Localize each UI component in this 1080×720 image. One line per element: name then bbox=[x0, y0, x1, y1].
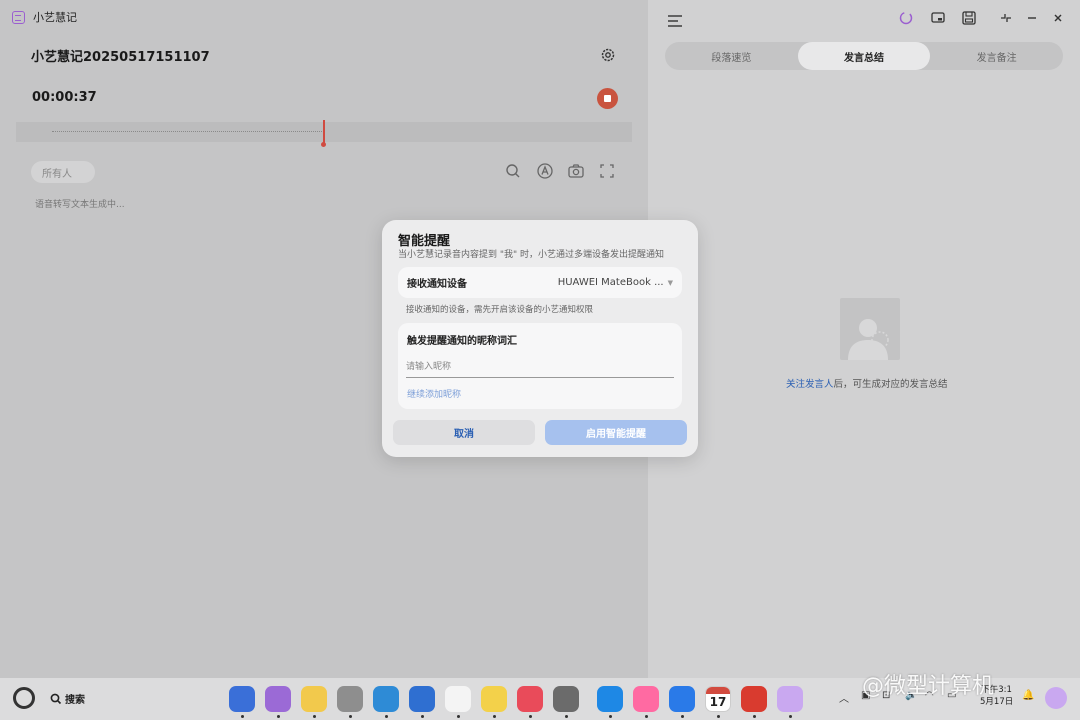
summary-tabs: 段落速览 发言总结 发言备注 bbox=[665, 42, 1063, 70]
running-indicator bbox=[528, 715, 532, 718]
taskbar-search-button[interactable]: 搜索 bbox=[50, 691, 85, 706]
running-indicator bbox=[564, 715, 568, 718]
running-indicator bbox=[492, 715, 496, 718]
device-value-text: HUAWEI MateBook ... bbox=[557, 277, 664, 288]
app-window: 小艺慧记 小艺慧记20250517151107 00:00:37 所有人 语音转… bbox=[0, 0, 1080, 678]
running-indicator bbox=[608, 715, 612, 718]
notification-device-selector[interactable]: 接收通知设备 HUAWEI MateBook ... ▼ bbox=[398, 267, 682, 298]
minimize-icon[interactable] bbox=[1024, 10, 1040, 26]
playhead-cursor[interactable] bbox=[321, 120, 326, 147]
running-indicator bbox=[788, 715, 792, 718]
search-icon[interactable] bbox=[504, 162, 522, 180]
stop-recording-button[interactable] bbox=[597, 88, 618, 109]
add-nickname-link[interactable]: 继续添加昵称 bbox=[407, 387, 461, 400]
tab-speech-summary[interactable]: 发言总结 bbox=[797, 42, 931, 70]
wps-icon[interactable] bbox=[741, 686, 767, 712]
save-icon[interactable] bbox=[961, 10, 977, 26]
device-label: 接收通知设备 bbox=[407, 279, 467, 290]
mail-icon[interactable] bbox=[409, 686, 435, 712]
nickname-section: 触发提醒通知的昵称词汇 继续添加昵称 bbox=[398, 323, 682, 409]
browser-icon[interactable] bbox=[373, 686, 399, 712]
nickname-input[interactable] bbox=[406, 356, 674, 378]
title-bar: 小艺慧记 bbox=[12, 9, 77, 25]
enable-reminder-button[interactable]: 启用智能提醒 bbox=[545, 420, 687, 445]
transcription-status: 语音转写文本生成中... bbox=[35, 200, 125, 210]
running-indicator bbox=[456, 715, 460, 718]
tab-paragraph-overview[interactable]: 段落速览 bbox=[665, 42, 798, 70]
running-indicator bbox=[384, 715, 388, 718]
gallery-icon[interactable] bbox=[445, 686, 471, 712]
ai-assist-icon[interactable] bbox=[536, 162, 554, 180]
running-indicator bbox=[716, 715, 720, 718]
running-indicator bbox=[312, 715, 316, 718]
device-note: 接收通知的设备，需先开启该设备的小艺通知权限 bbox=[406, 305, 594, 315]
notes-app-icon[interactable] bbox=[265, 686, 291, 712]
running-indicator bbox=[680, 715, 684, 718]
running-indicator bbox=[276, 715, 280, 718]
dialog-subtitle: 当小艺慧记录音内容提到 "我" 时，小艺通过多端设备发出提醒通知 bbox=[398, 250, 665, 260]
notification-bell-icon[interactable]: 🔔 bbox=[1022, 690, 1034, 701]
search-label: 搜索 bbox=[65, 695, 85, 706]
settings-gear-icon[interactable] bbox=[599, 46, 617, 64]
close-icon[interactable] bbox=[1050, 10, 1066, 26]
trash-icon[interactable] bbox=[337, 686, 363, 712]
summary-hint-text: 后，可生成对应的发言总结 bbox=[833, 379, 948, 390]
settings-icon[interactable] bbox=[553, 686, 579, 712]
cancel-button[interactable]: 取消 bbox=[393, 420, 535, 445]
dropdown-arrow-icon: ▼ bbox=[667, 278, 673, 287]
running-indicator bbox=[348, 715, 352, 718]
running-indicator bbox=[240, 715, 244, 718]
nickname-title: 触发提醒通知的昵称词汇 bbox=[407, 336, 517, 347]
smart-reminder-dialog: 智能提醒 当小艺慧记录音内容提到 "我" 时，小艺通过多端设备发出提醒通知 接收… bbox=[382, 220, 698, 457]
start-button[interactable] bbox=[13, 687, 35, 709]
bilibili-icon[interactable] bbox=[633, 686, 659, 712]
menu-icon[interactable] bbox=[668, 12, 682, 27]
speaker-placeholder-icon bbox=[840, 298, 900, 360]
calendar-icon[interactable]: 17 bbox=[705, 686, 731, 712]
recording-title: 小艺慧记20250517151107 bbox=[31, 50, 210, 65]
follow-speaker-link[interactable]: 关注发言人 bbox=[786, 379, 834, 390]
running-indicator bbox=[644, 715, 648, 718]
running-indicator bbox=[420, 715, 424, 718]
calendar-day: 17 bbox=[709, 695, 727, 709]
collapse-icon[interactable] bbox=[998, 10, 1014, 26]
recording-timer: 00:00:37 bbox=[32, 90, 97, 105]
xiaoyi-tray-icon[interactable] bbox=[1045, 687, 1067, 709]
screen-icon[interactable] bbox=[597, 686, 623, 712]
watermark-text: @微型计算机 bbox=[862, 674, 995, 699]
music-icon[interactable] bbox=[669, 686, 695, 712]
calendar-header bbox=[706, 687, 730, 694]
tray-expand-icon[interactable]: ︿ bbox=[839, 690, 849, 705]
stop-icon bbox=[604, 95, 611, 102]
files-app-icon[interactable] bbox=[301, 686, 327, 712]
app-gallery-icon[interactable] bbox=[517, 686, 543, 712]
xiaoyi-icon[interactable] bbox=[777, 686, 803, 712]
waveform-scrubber[interactable] bbox=[16, 120, 632, 147]
fullscreen-icon[interactable] bbox=[598, 162, 616, 180]
tab-speech-notes[interactable]: 发言备注 bbox=[930, 42, 1063, 70]
app-name: 小艺慧记 bbox=[33, 11, 77, 24]
search-icon bbox=[50, 693, 62, 704]
speaker-filter-dropdown[interactable]: 所有人 bbox=[31, 161, 95, 183]
screen-cast-icon[interactable] bbox=[930, 10, 946, 26]
app-logo-icon bbox=[12, 10, 25, 24]
memo-icon[interactable] bbox=[481, 686, 507, 712]
start-menu-icon[interactable] bbox=[229, 686, 255, 712]
device-value: HUAWEI MateBook ... ▼ bbox=[558, 277, 673, 288]
summary-hint: 关注发言人后，可生成对应的发言总结 bbox=[786, 376, 948, 390]
waveform-line bbox=[52, 131, 322, 132]
xiaoyi-assistant-icon[interactable] bbox=[898, 10, 914, 26]
camera-icon[interactable] bbox=[567, 162, 585, 180]
running-indicator bbox=[752, 715, 756, 718]
